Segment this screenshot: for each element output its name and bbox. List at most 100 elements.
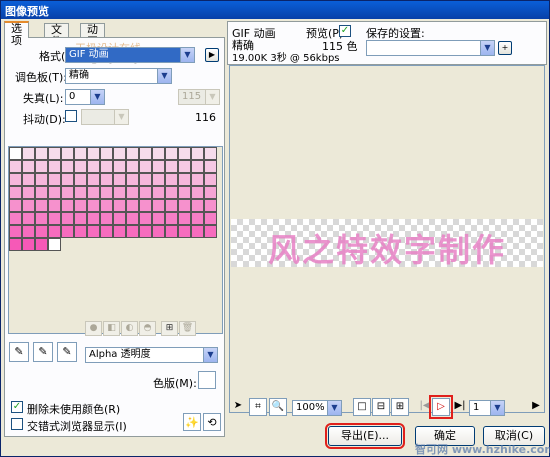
next-frame-icon[interactable]: ▶: [527, 398, 545, 416]
palette-swatch[interactable]: [113, 212, 126, 225]
palette-swatch[interactable]: [61, 212, 74, 225]
two-up-view-icon[interactable]: ⊟: [372, 398, 390, 416]
preview-checkbox[interactable]: ✓: [339, 25, 351, 37]
palette-swatch[interactable]: [178, 212, 191, 225]
export-button[interactable]: 导出(E)...: [325, 423, 405, 449]
palette-swatch[interactable]: [87, 225, 100, 238]
palette-swatch[interactable]: [139, 225, 152, 238]
tab-file[interactable]: 文件: [44, 23, 69, 48]
palette-swatch[interactable]: [35, 225, 48, 238]
palette-swatch[interactable]: [191, 186, 204, 199]
palette-swatch[interactable]: [22, 199, 35, 212]
palette-swatch[interactable]: [204, 199, 217, 212]
palette-swatch[interactable]: [178, 199, 191, 212]
palette-swatch[interactable]: [48, 147, 61, 160]
dither-checkbox[interactable]: [65, 110, 77, 122]
palette-swatch[interactable]: [152, 225, 165, 238]
palette-swatch[interactable]: [9, 160, 22, 173]
palette-swatch[interactable]: [100, 225, 113, 238]
palette-swatch[interactable]: [61, 199, 74, 212]
eyedropper-remove-icon[interactable]: ✎: [57, 342, 77, 362]
palette-swatch[interactable]: [139, 160, 152, 173]
palette-swatch[interactable]: [9, 212, 22, 225]
palette-swatch[interactable]: [100, 186, 113, 199]
palette-swatch[interactable]: [35, 238, 48, 251]
rotate-icon[interactable]: ⟲: [203, 413, 221, 431]
options-menu-button[interactable]: ▶: [205, 48, 219, 62]
four-up-view-icon[interactable]: ⊞: [391, 398, 409, 416]
palette-swatch[interactable]: [165, 186, 178, 199]
palette-swatch[interactable]: [48, 173, 61, 186]
pointer-icon[interactable]: ➤: [229, 398, 247, 416]
palette-swatch[interactable]: [152, 199, 165, 212]
transparency-select[interactable]: Alpha 透明度 ▼: [85, 347, 218, 363]
format-select[interactable]: GIF 动画 ▼: [65, 47, 195, 63]
palette-swatch[interactable]: [74, 225, 87, 238]
palette-swatch[interactable]: [178, 225, 191, 238]
palette-swatch[interactable]: [191, 225, 204, 238]
transparent-icon[interactable]: ◐: [121, 321, 138, 336]
palette-swatch[interactable]: [9, 225, 22, 238]
palette-swatch[interactable]: [113, 147, 126, 160]
palette-swatch[interactable]: [22, 173, 35, 186]
palette-swatch[interactable]: [22, 238, 35, 251]
palette-swatch[interactable]: [35, 199, 48, 212]
play-icon[interactable]: ▷: [429, 395, 453, 419]
add-color-icon[interactable]: ⊞: [161, 321, 178, 336]
palette-swatch[interactable]: [22, 212, 35, 225]
single-view-icon[interactable]: □: [353, 398, 371, 416]
palette-swatch[interactable]: [74, 160, 87, 173]
matte-color-button[interactable]: [198, 371, 216, 389]
palette-swatch[interactable]: [113, 160, 126, 173]
palette-swatch[interactable]: [165, 147, 178, 160]
palette-swatch[interactable]: [61, 147, 74, 160]
palette-swatch[interactable]: [22, 225, 35, 238]
palette-swatch[interactable]: [113, 173, 126, 186]
palette-swatch[interactable]: [126, 147, 139, 160]
palette-swatch[interactable]: [48, 186, 61, 199]
saved-settings-select[interactable]: ▼: [366, 40, 495, 56]
palette-swatch[interactable]: [191, 160, 204, 173]
palette-swatch[interactable]: [126, 225, 139, 238]
palette-swatch[interactable]: [9, 173, 22, 186]
palette-swatch[interactable]: [48, 160, 61, 173]
palette-swatch[interactable]: [9, 147, 22, 160]
palette-swatch[interactable]: [35, 186, 48, 199]
palette-swatch[interactable]: [139, 212, 152, 225]
palette-swatch[interactable]: [113, 225, 126, 238]
optimize-wand-icon[interactable]: ✨: [183, 413, 201, 431]
last-frame-icon[interactable]: ▶|: [451, 398, 469, 416]
palette-swatch[interactable]: [100, 147, 113, 160]
palette-swatch[interactable]: [48, 199, 61, 212]
palette-swatch[interactable]: [100, 212, 113, 225]
palette-swatch[interactable]: [87, 212, 100, 225]
palette-swatch[interactable]: [113, 186, 126, 199]
palette-swatch[interactable]: [178, 147, 191, 160]
zoom-icon[interactable]: 🔍: [269, 398, 287, 416]
palette-swatch[interactable]: [178, 160, 191, 173]
palette-swatch[interactable]: [100, 160, 113, 173]
palette-swatch[interactable]: [126, 160, 139, 173]
palette-select[interactable]: 精确 ▼: [65, 68, 172, 84]
delete-color-icon[interactable]: 🗑: [179, 321, 196, 336]
palette-swatch[interactable]: [126, 173, 139, 186]
palette-swatch[interactable]: [35, 173, 48, 186]
palette-swatch[interactable]: [191, 173, 204, 186]
palette-swatch[interactable]: [204, 173, 217, 186]
palette-swatch[interactable]: [48, 225, 61, 238]
palette-swatch[interactable]: [126, 186, 139, 199]
palette-swatch[interactable]: [126, 212, 139, 225]
palette-swatch[interactable]: [61, 186, 74, 199]
palette-swatch[interactable]: [61, 160, 74, 173]
palette-swatch[interactable]: [204, 225, 217, 238]
palette-swatch[interactable]: [9, 186, 22, 199]
palette-swatch[interactable]: [74, 173, 87, 186]
palette-swatch[interactable]: [61, 225, 74, 238]
palette-swatch[interactable]: [74, 147, 87, 160]
palette-swatch[interactable]: [139, 186, 152, 199]
palette-swatch[interactable]: [9, 199, 22, 212]
palette-swatch[interactable]: [152, 160, 165, 173]
palette-swatch[interactable]: [191, 212, 204, 225]
palette-swatch[interactable]: [100, 199, 113, 212]
palette-swatch[interactable]: [48, 212, 61, 225]
